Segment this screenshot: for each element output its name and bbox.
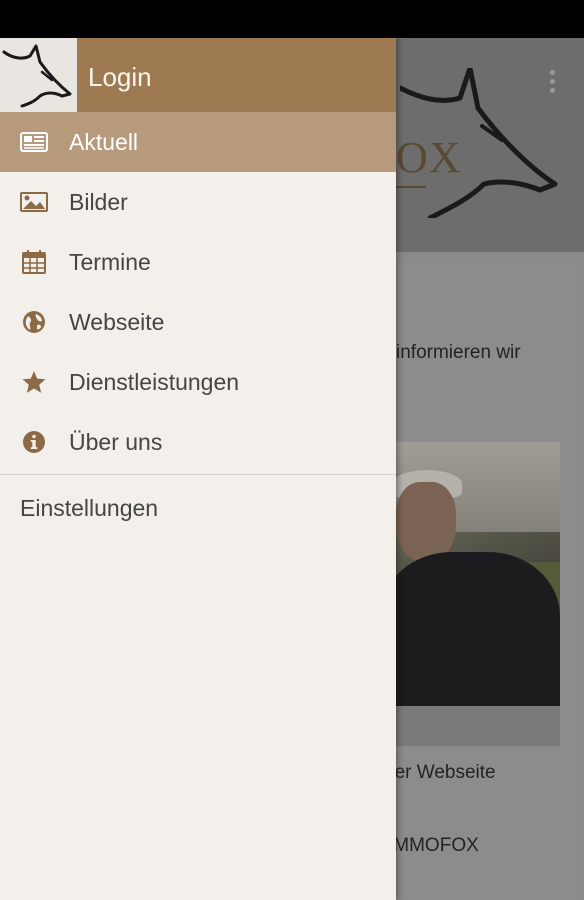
background-text-line: IMMOFOX [388,835,479,856]
nav-item-termine[interactable]: Termine [0,232,396,292]
nav-item-aktuell[interactable]: Aktuell [0,112,396,172]
nav-item-label: Aktuell [69,129,139,155]
background-photo [380,442,560,706]
calendar-icon [22,250,46,274]
app-screen: OX n informieren wir . der Webseite IMMO… [0,38,584,900]
background-logo-rule [396,186,426,188]
background-text-line: informieren wir [396,342,521,363]
overflow-menu-icon [550,70,556,97]
image-icon [20,192,48,212]
drawer-header[interactable]: Login [0,38,396,112]
background-logo-text: OX [396,133,462,182]
app-logo [0,38,77,112]
info-icon [23,431,45,453]
background-photo-caption-bar [380,706,560,746]
nav-item-label: Bilder [69,189,128,215]
nav-item-ueber-uns[interactable]: Über uns [0,412,396,472]
drawer-divider [0,474,396,475]
settings-item[interactable]: Einstellungen [20,495,158,522]
nav-item-label: Über uns [69,429,163,455]
globe-icon [23,311,45,333]
nav-item-label: Dienstleistungen [69,369,240,395]
nav-item-label: Termine [69,249,151,275]
nav-item-label: Webseite [69,309,165,335]
status-bar [0,0,584,38]
star-icon [22,371,46,393]
nav-item-bilder[interactable]: Bilder [0,172,396,232]
nav-item-dienstleistungen[interactable]: Dienstleistungen [0,352,396,412]
login-label: Login [88,62,152,92]
navigation-drawer: Login Aktuell Bilder Termine Webseite Di… [0,38,396,900]
nav-item-webseite[interactable]: Webseite [0,292,396,352]
background-text-line: der Webseite [384,762,496,783]
fox-icon [2,44,72,108]
newspaper-icon [20,132,48,152]
